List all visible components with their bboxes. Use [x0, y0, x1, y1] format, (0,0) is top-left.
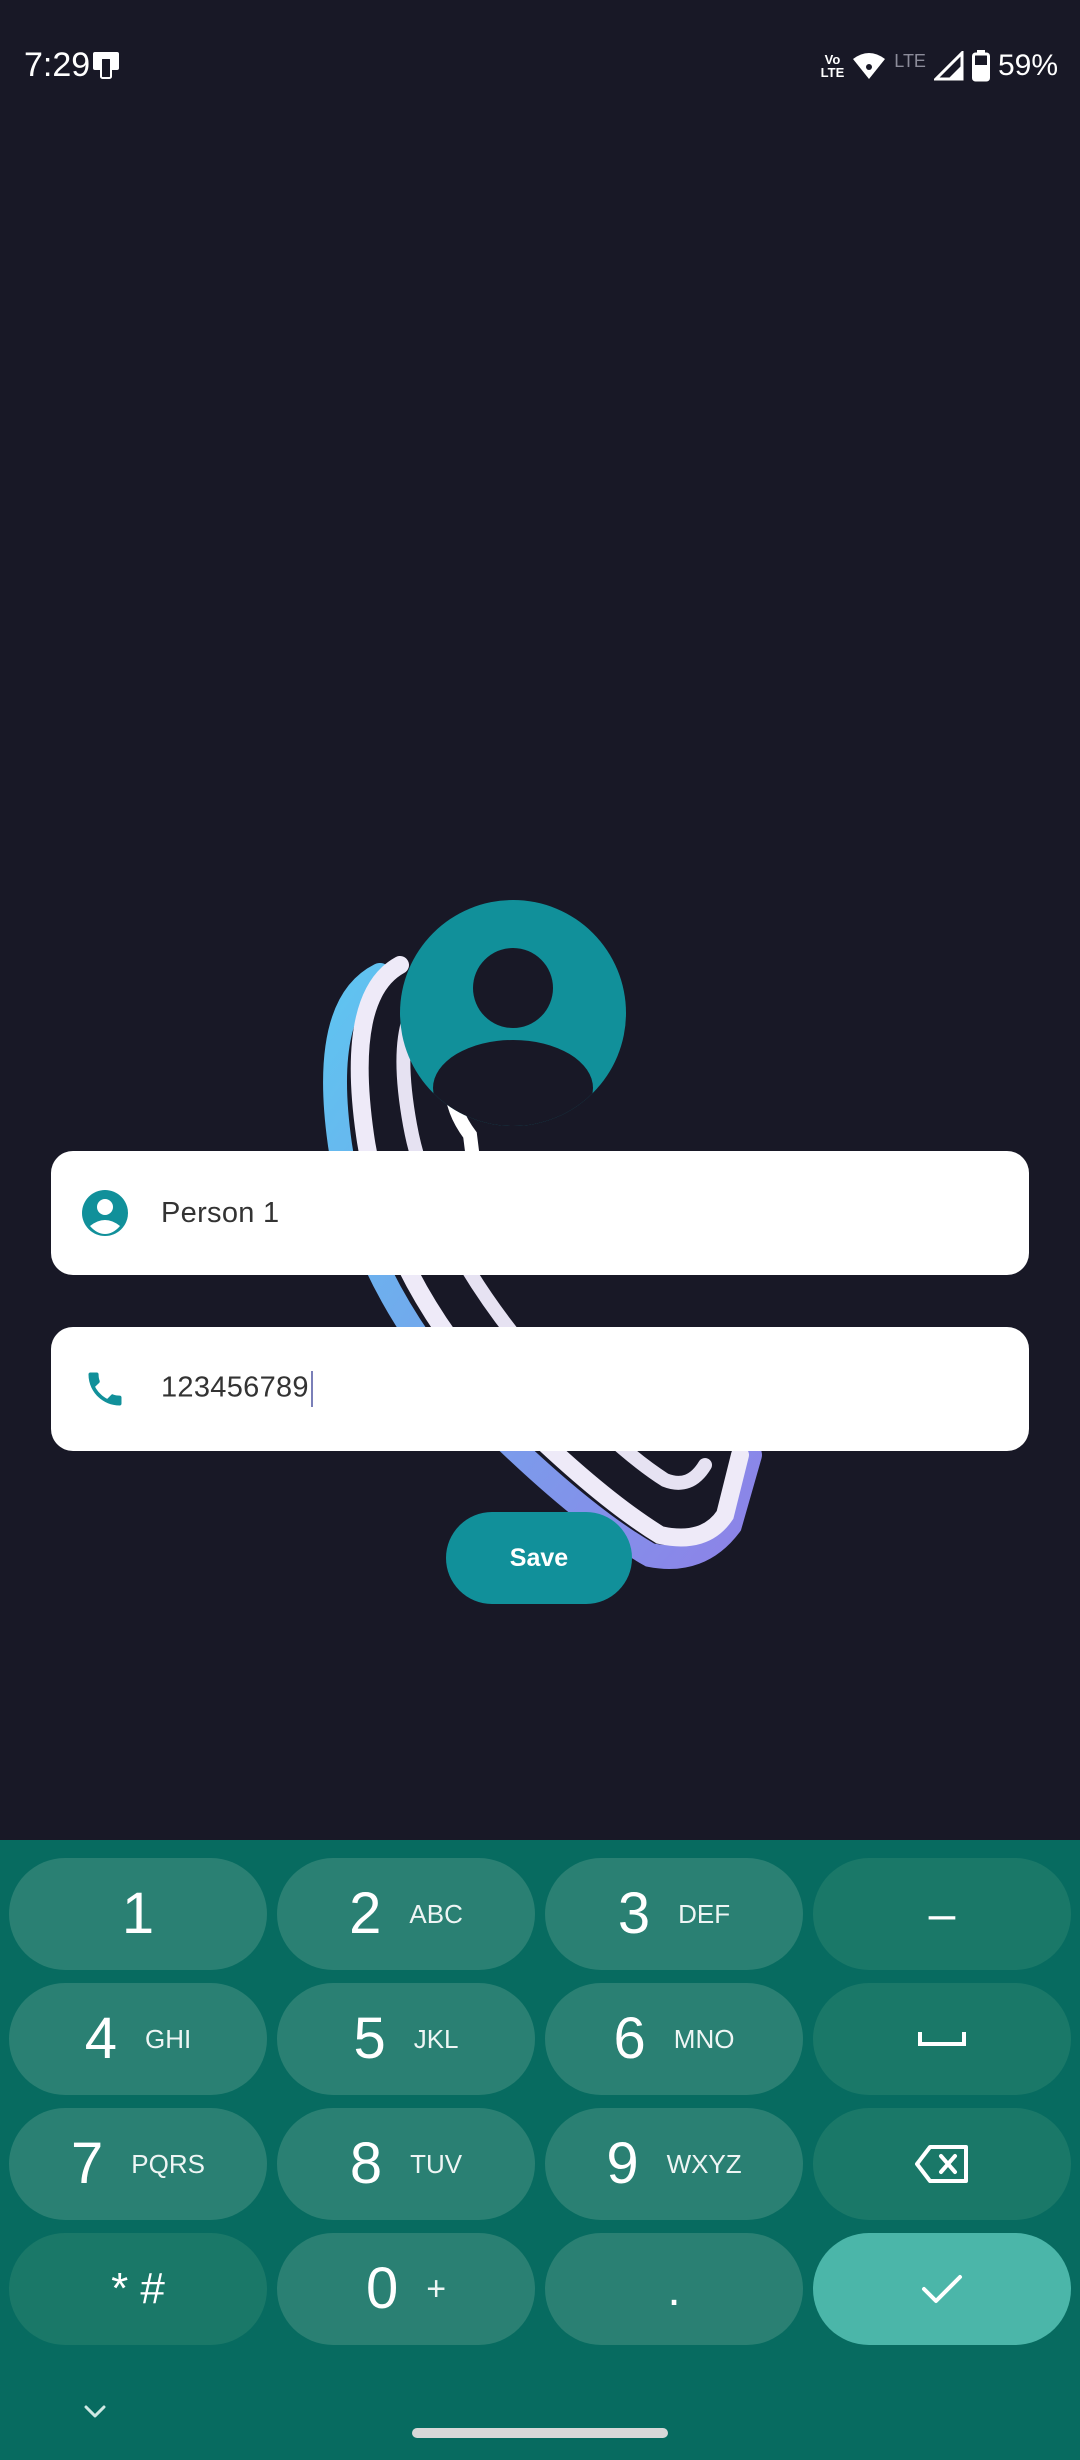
cell-signal-icon	[933, 51, 964, 81]
key-5[interactable]: 5 JKL	[277, 1983, 535, 2095]
key-4[interactable]: 4 GHI	[9, 1983, 267, 2095]
numeric-keyboard: 1 2 ABC 3 DEF – 4 GHI 5 JKL 6 MNO 7 PQRS…	[0, 1840, 1080, 2460]
phone-icon	[75, 1359, 135, 1419]
battery-icon	[971, 50, 990, 82]
account-circle-icon	[75, 1183, 135, 1243]
key-1[interactable]: 1	[9, 1858, 267, 1970]
phone-field[interactable]: 123456789	[51, 1327, 1029, 1451]
key-enter[interactable]	[813, 2233, 1071, 2345]
name-input[interactable]: Person 1	[161, 1197, 279, 1230]
name-field[interactable]: Person 1	[51, 1151, 1029, 1275]
key-6[interactable]: 6 MNO	[545, 1983, 803, 2095]
contact-avatar[interactable]	[400, 900, 626, 1126]
volte-indicator: Vo LTE	[820, 52, 845, 80]
key-space[interactable]	[813, 1983, 1071, 2095]
key-8[interactable]: 8 TUV	[277, 2108, 535, 2220]
key-2[interactable]: 2 ABC	[277, 1858, 535, 1970]
person-icon	[433, 948, 593, 1126]
chevron-down-icon[interactable]	[80, 2396, 110, 2426]
checkmark-icon	[922, 2275, 962, 2303]
status-time: 7:29	[24, 46, 91, 84]
phone-input[interactable]: 123456789	[161, 1371, 313, 1407]
key-3[interactable]: 3 DEF	[545, 1858, 803, 1970]
key-backspace[interactable]	[813, 2108, 1071, 2220]
space-bar-icon	[918, 2032, 966, 2046]
backspace-icon	[915, 2145, 968, 2183]
key-dot[interactable]: .	[545, 2233, 803, 2345]
key-9[interactable]: 9 WXYZ	[545, 2108, 803, 2220]
battery-percent: 59%	[997, 49, 1058, 82]
save-button[interactable]: Save	[446, 1512, 632, 1604]
wifi-icon	[853, 53, 886, 79]
text-cursor	[310, 1371, 313, 1407]
key-0[interactable]: 0 +	[277, 2233, 535, 2345]
gesture-nav-handle[interactable]	[412, 2428, 668, 2438]
screen-cast-icon	[93, 52, 119, 79]
status-bar: 7:29 Vo LTE LTE 59%	[0, 0, 1080, 134]
key-7[interactable]: 7 PQRS	[9, 2108, 267, 2220]
status-icons: Vo LTE LTE 59%	[821, 46, 1058, 86]
lte-indicator: LTE	[894, 50, 926, 71]
key-dash[interactable]: –	[813, 1858, 1071, 1970]
key-star-hash[interactable]: * #	[9, 2233, 267, 2345]
